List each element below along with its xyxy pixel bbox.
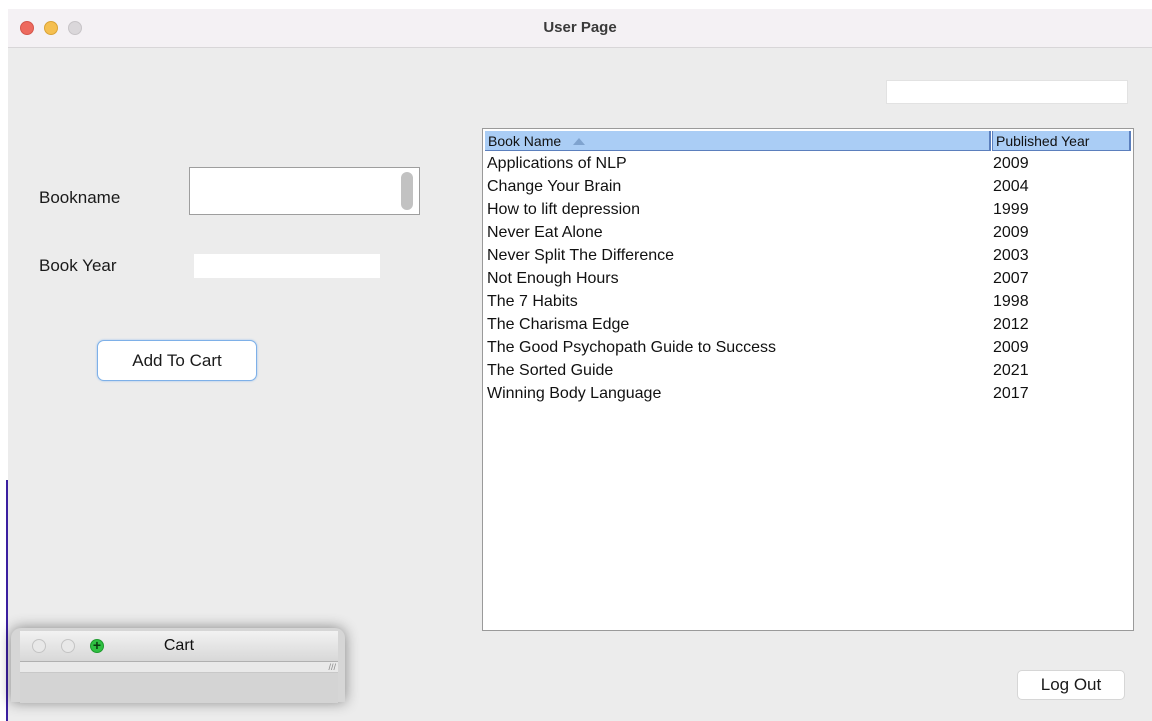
bookname-textarea[interactable] [189,167,420,215]
cell-published-year: 2004 [993,178,1029,195]
table-row[interactable]: Not Enough Hours 2007 [485,267,1131,290]
resize-grip-icon[interactable]: /// [328,662,336,672]
table-row[interactable]: Winning Body Language 2017 [485,382,1131,405]
cell-book-name: Change Your Brain [487,178,622,195]
table-header: Book Name Published Year [485,131,1131,151]
scrollbar-thumb[interactable] [401,172,413,210]
cell-book-name: Applications of NLP [487,155,627,172]
add-to-cart-button[interactable]: Add To Cart [97,340,257,381]
window-title: User Page [543,19,617,36]
search-input[interactable] [886,80,1128,104]
table-row[interactable]: The Sorted Guide 2021 [485,359,1131,382]
cell-book-name: Never Split The Difference [487,247,675,264]
cell-published-year: 1999 [993,201,1029,218]
bookyear-label: Book Year [39,256,117,275]
cart-resize-strip: /// [20,662,338,673]
cell-book-name: How to lift depression [487,201,640,218]
cart-titlebar[interactable]: + Cart [20,631,338,662]
table-row[interactable]: Never Eat Alone 2009 [485,221,1131,244]
table-row[interactable]: The Charisma Edge 2012 [485,313,1131,336]
cell-published-year: 2021 [993,362,1029,379]
logout-button[interactable]: Log Out [1017,670,1125,700]
table-row[interactable]: The 7 Habits 1998 [485,290,1131,313]
cell-book-name: Never Eat Alone [487,224,603,241]
cell-published-year: 2007 [993,270,1029,287]
cell-book-name: The Charisma Edge [487,316,630,333]
table-row[interactable]: Applications of NLP 2009 [485,152,1131,175]
cell-book-name: The Sorted Guide [487,362,614,379]
cell-published-year: 2009 [993,339,1029,356]
table-row[interactable]: Change Your Brain 2004 [485,175,1131,198]
user-page-window: User Page Bookname Book Year Add To Cart… [8,9,1152,721]
cart-window-title: Cart [163,637,195,654]
cell-published-year: 2012 [993,316,1029,333]
sort-ascending-icon [573,138,585,145]
titlebar: User Page [8,9,1152,48]
cell-published-year: 2009 [993,155,1029,172]
column-header-published-year[interactable]: Published Year [992,131,1131,151]
cell-published-year: 2017 [993,385,1029,402]
cell-book-name: The 7 Habits [487,293,578,310]
table-row[interactable]: The Good Psychopath Guide to Success 2009 [485,336,1131,359]
table-row[interactable]: Never Split The Difference 2003 [485,244,1131,267]
cell-published-year: 2009 [993,224,1029,241]
table-row[interactable]: How to lift depression 1999 [485,198,1131,221]
bookname-label: Bookname [39,188,121,207]
column-header-label: Book Name [488,133,562,149]
cell-published-year: 2003 [993,247,1029,264]
cell-book-name: Not Enough Hours [487,270,619,287]
column-header-book-name[interactable]: Book Name [485,131,991,151]
books-table: Book Name Published Year Applications of… [482,128,1134,631]
cart-window[interactable]: + Cart /// [20,631,338,703]
cell-book-name: Winning Body Language [487,385,662,402]
cell-book-name: The Good Psychopath Guide to Success [487,339,777,356]
bookyear-input[interactable] [194,254,380,278]
cell-published-year: 1998 [993,293,1029,310]
column-header-label: Published Year [996,133,1090,149]
